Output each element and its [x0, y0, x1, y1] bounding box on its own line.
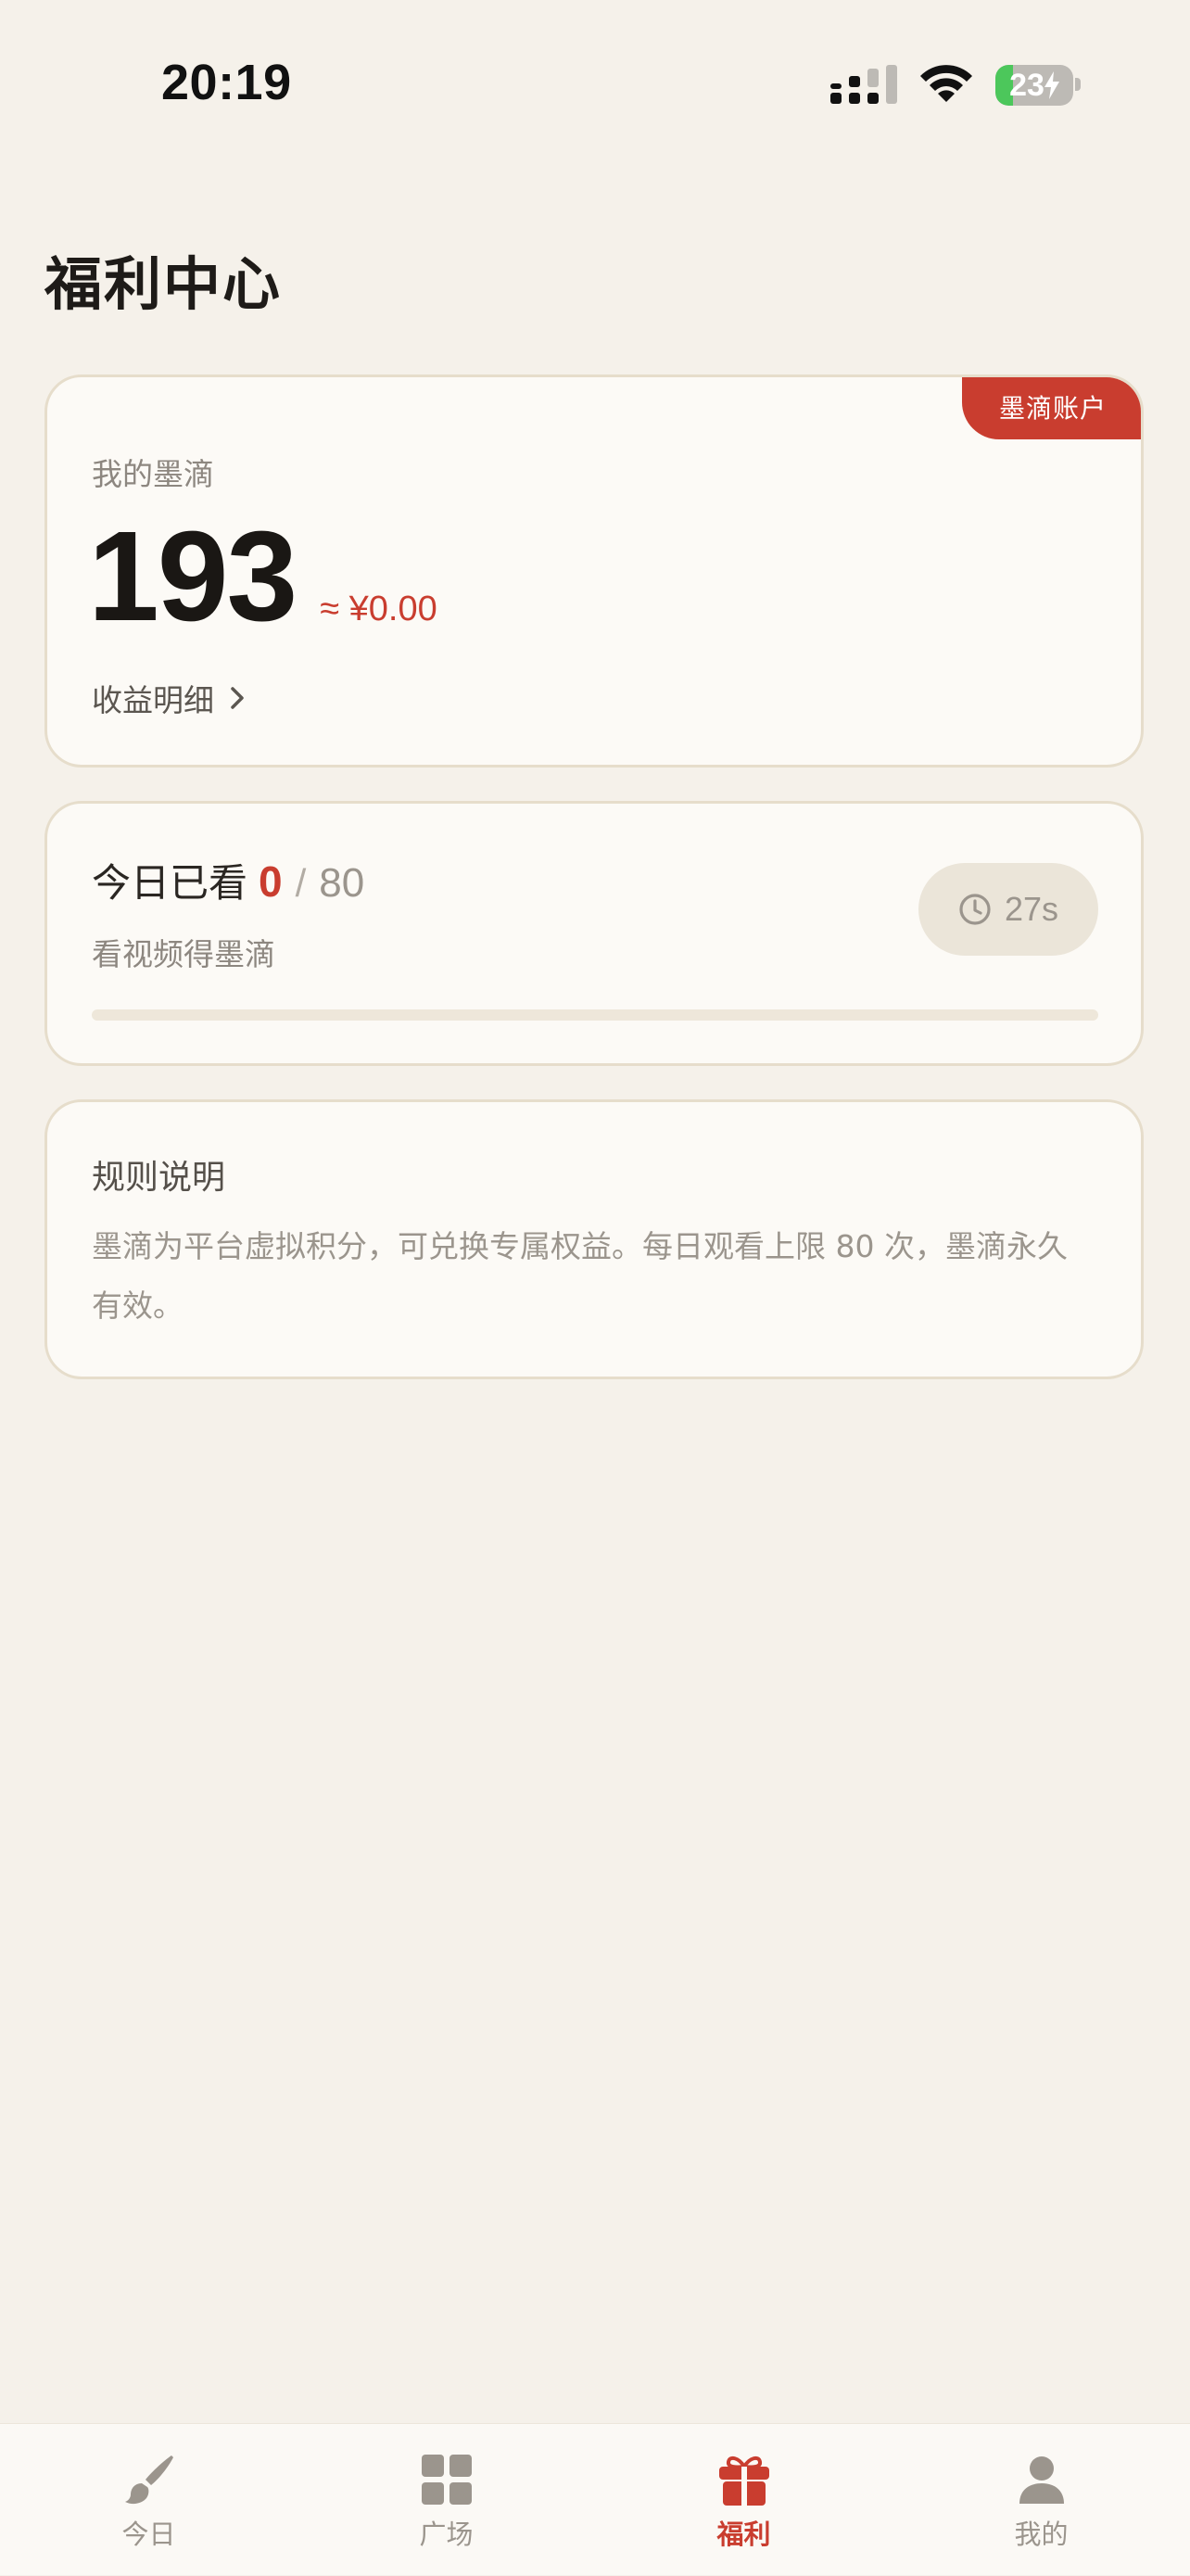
- watch-subtitle: 看视频得墨滴: [92, 936, 275, 972]
- status-time: 20:19: [161, 55, 292, 110]
- wifi-icon: [920, 65, 972, 102]
- rules-text: 墨滴为平台虚拟积分，可兑换专属权益。每日观看上限 80 次，墨滴永久有效。: [92, 1228, 1068, 1324]
- page-title: 福利中心: [44, 250, 283, 318]
- watch-title-label: 今日已看: [92, 860, 248, 906]
- balance-card: 墨滴账户 我的墨滴 193 ≈ ¥0.00 收益明细: [44, 374, 1144, 768]
- balance-label: 我的墨滴: [92, 456, 214, 492]
- tab-plaza[interactable]: 广场: [298, 2424, 595, 2576]
- watch-limit: 80: [319, 860, 365, 906]
- chevron-right-icon: [231, 687, 244, 709]
- tab-label: 今日: [121, 2519, 176, 2550]
- balance-cash-equivalent: ≈ ¥0.00: [320, 590, 437, 628]
- tab-today[interactable]: 今日: [0, 2424, 298, 2576]
- brush-icon: [124, 2455, 173, 2505]
- status-bar: 20:19 23: [0, 0, 1190, 176]
- balance-value: 193: [88, 505, 298, 648]
- cellular-signal-icon: [830, 65, 897, 104]
- gift-icon: [718, 2455, 769, 2506]
- battery-indicator: 23: [995, 63, 1081, 108]
- balance-row: 193 ≈ ¥0.00: [88, 513, 437, 641]
- watch-progress-bar: [92, 1009, 1098, 1021]
- account-tag[interactable]: 墨滴账户: [962, 377, 1141, 439]
- status-indicators: 23: [830, 61, 1081, 109]
- tab-label: 我的: [1014, 2519, 1069, 2550]
- earnings-detail-link[interactable]: 收益明细: [92, 676, 247, 720]
- rules-title: 规则说明: [92, 1159, 226, 1197]
- person-icon: [1019, 2456, 1064, 2504]
- video-watch-card: 今日已看 0 / 80 看视频得墨滴 27s: [44, 801, 1144, 1066]
- tab-bar: 今日 广场 福利 我的: [0, 2423, 1190, 2575]
- charging-bolt-icon: [1044, 71, 1059, 99]
- tab-label: 广场: [419, 2519, 474, 2550]
- watch-separator: /: [295, 861, 307, 905]
- clock-icon: [959, 894, 991, 925]
- watch-count: 0: [259, 857, 283, 906]
- earnings-detail-label: 收益明细: [92, 682, 214, 718]
- tab-label: 福利: [716, 2519, 771, 2550]
- battery-level: 23: [1009, 67, 1044, 103]
- timer-value: 27s: [1004, 890, 1059, 928]
- watch-title: 今日已看 0 / 80: [92, 852, 364, 908]
- watch-timer-button[interactable]: 27s: [918, 863, 1098, 956]
- tab-mine[interactable]: 我的: [892, 2424, 1190, 2576]
- rules-card: 规则说明 墨滴为平台虚拟积分，可兑换专属权益。每日观看上限 80 次，墨滴永久有…: [44, 1099, 1144, 1379]
- tab-benefits[interactable]: 福利: [595, 2424, 892, 2576]
- grid-icon: [421, 2455, 472, 2505]
